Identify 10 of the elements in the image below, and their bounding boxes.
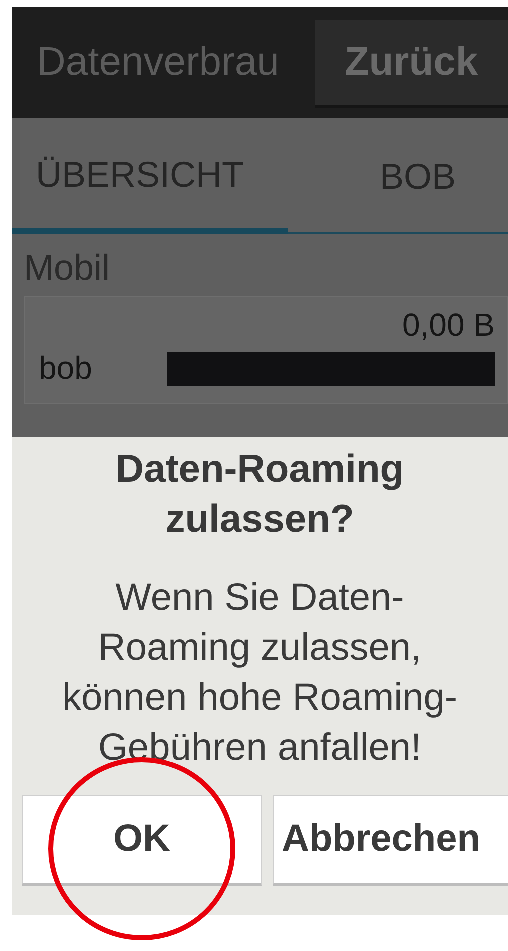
tab[interactable]: BOB — [288, 118, 508, 232]
dialog-message: Wenn Sie Daten-Roaming zulassen, können hohe Roaming-Gebühren anfallen! — [61, 576, 459, 771]
usage-name: bob — [39, 350, 94, 387]
cancel-button[interactable]: Abbrechen — [273, 795, 508, 886]
screen-title: Datenverbrau — [36, 40, 280, 85]
usage-amount: 0,00 B — [402, 307, 495, 344]
back-button[interactable]: Zurück — [315, 20, 508, 108]
ok-button[interactable]: OK — [22, 795, 262, 886]
tab[interactable]: ÜBERSICHT — [12, 118, 288, 234]
dialog-title: Daten-Roaming zulassen? — [114, 447, 406, 543]
